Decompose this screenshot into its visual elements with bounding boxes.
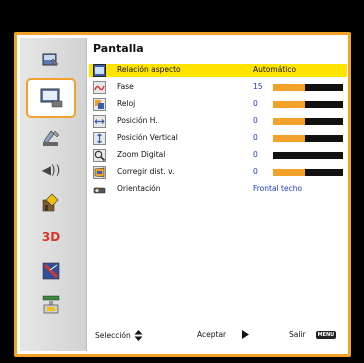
volume-icon: ◀)) (41, 163, 61, 177)
sidebar-item-setup[interactable] (31, 123, 71, 153)
phase-icon (93, 81, 106, 94)
keystone-icon (93, 166, 106, 179)
clock-icon (93, 98, 106, 111)
slider-fill (273, 169, 305, 176)
slider-fill (273, 84, 305, 91)
lamp-icon (42, 262, 60, 280)
footer-accept-hint: Aceptar (197, 330, 250, 339)
aspect-ratio-icon (93, 64, 106, 77)
h-position-slider[interactable] (273, 118, 343, 125)
menu-row-orientation[interactable]: Orientación Frontal techo (89, 183, 347, 196)
row-label: Posición H. (117, 116, 158, 125)
sidebar-item-volume[interactable]: ◀)) (31, 155, 71, 185)
slider-fill (273, 118, 305, 125)
3d-icon: 3D (41, 230, 61, 244)
exit-label: Salir (289, 330, 306, 339)
up-down-arrows-icon (134, 330, 143, 341)
row-value: Frontal techo (253, 184, 303, 193)
row-value: 0 (253, 99, 258, 108)
menu-row-digital-zoom[interactable]: Zoom Digital 0 (89, 149, 347, 162)
menu-content: Pantalla Relación aspecto Automático Fas… (89, 38, 347, 351)
row-label: Reloj (117, 99, 136, 108)
right-arrow-icon (242, 330, 250, 339)
network-icon (42, 295, 60, 314)
menu-row-v-position[interactable]: Posición Vertical 0 (89, 132, 347, 145)
row-value: 15 (253, 82, 263, 91)
picture-adjust-icon (42, 53, 59, 67)
row-label: Relación aspecto (117, 65, 181, 74)
v-position-slider[interactable] (273, 135, 343, 142)
sidebar-item-network[interactable] (31, 290, 71, 320)
clock-slider[interactable] (273, 101, 343, 108)
slider-fill (273, 101, 305, 108)
options-icon (42, 193, 59, 212)
page-title: Pantalla (93, 42, 144, 55)
keystone-slider[interactable] (273, 169, 343, 176)
menu-footer: Selección Aceptar Salir MENU (89, 328, 347, 344)
zoom-icon (93, 149, 106, 162)
menu-key-icon: MENU (315, 330, 337, 339)
phase-slider[interactable] (273, 84, 343, 91)
footer-select-hint: Selección (95, 330, 143, 341)
row-label: Zoom Digital (117, 150, 166, 159)
row-value: 0 (253, 150, 258, 159)
row-label: Fase (117, 82, 134, 91)
h-position-icon (93, 115, 106, 128)
menu-row-phase[interactable]: Fase 15 (89, 81, 347, 94)
v-position-icon (93, 132, 106, 145)
projector-icon (93, 187, 106, 194)
menu-row-clock[interactable]: Reloj 0 (89, 98, 347, 111)
row-value: 0 (253, 133, 258, 142)
display-icon (40, 88, 63, 108)
menu-row-aspect-ratio[interactable]: Relación aspecto Automático (89, 64, 347, 77)
row-value: Automático (253, 65, 297, 74)
menu-row-keystone[interactable]: Corregir dist. v. 0 (89, 166, 347, 179)
sidebar-item-picture[interactable] (31, 45, 71, 75)
row-label: Corregir dist. v. (117, 167, 175, 176)
menu-frame: ◀)) 3D Pantalla Relación aspecto Automát… (14, 32, 351, 357)
row-label: Posición Vertical (117, 133, 178, 142)
sidebar-item-3d[interactable]: 3D (31, 222, 71, 252)
setup-icon (43, 130, 60, 146)
footer-exit-hint: Salir MENU (289, 330, 337, 339)
digital-zoom-slider[interactable] (273, 152, 343, 159)
menu-row-h-position[interactable]: Posición H. 0 (89, 115, 347, 128)
select-label: Selección (95, 331, 131, 340)
sidebar-item-options[interactable] (31, 188, 71, 218)
sidebar-item-display[interactable] (26, 78, 76, 118)
sidebar-item-lamp[interactable] (31, 256, 71, 286)
category-sidebar: ◀)) 3D (20, 38, 87, 351)
accept-label: Aceptar (197, 330, 227, 339)
row-value: 0 (253, 116, 258, 125)
row-value: 0 (253, 167, 258, 176)
projector-osd: ◀)) 3D Pantalla Relación aspecto Automát… (0, 0, 364, 363)
slider-fill (273, 135, 305, 142)
row-label: Orientación (117, 184, 161, 193)
